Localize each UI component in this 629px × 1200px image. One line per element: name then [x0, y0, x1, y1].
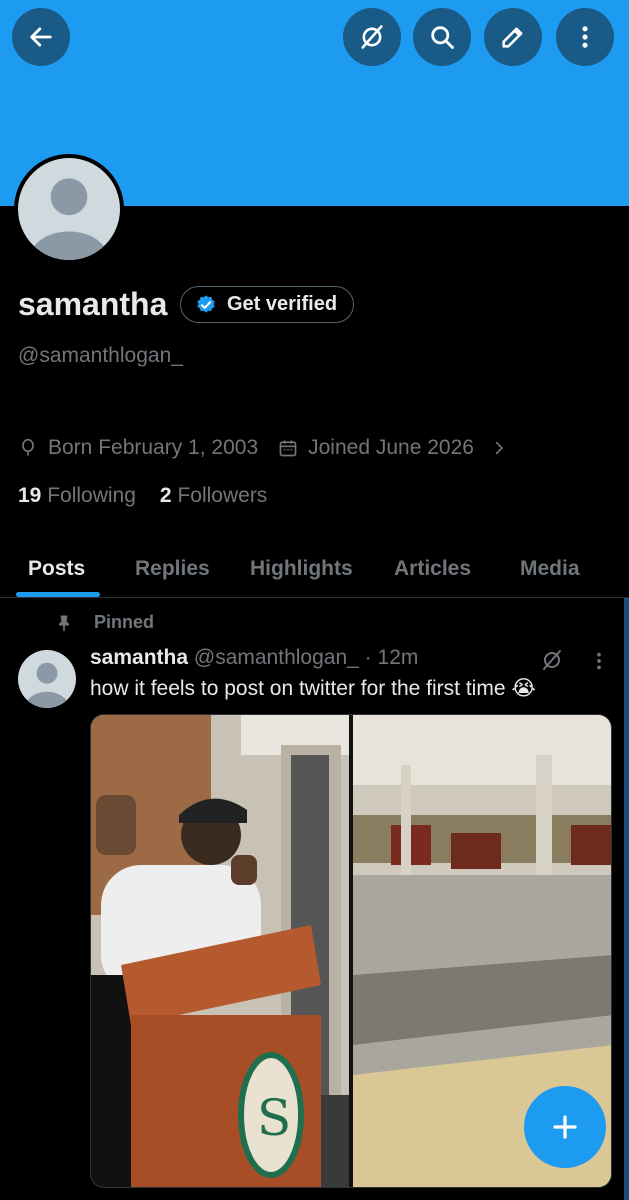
tab-replies[interactable]: Replies — [135, 540, 210, 598]
profile-tabs: Posts Replies Highlights Articles Media — [0, 540, 629, 598]
tab-media[interactable]: Media — [520, 540, 580, 598]
following-link[interactable]: 19 Following — [18, 484, 136, 508]
joined[interactable]: Joined June 2026 — [278, 436, 508, 460]
joined-date: Joined June 2026 — [308, 436, 474, 459]
post-header: samantha @samanthlogan_ · 12m — [90, 646, 418, 670]
tab-posts[interactable]: Posts — [28, 540, 85, 598]
followers-label: Followers — [177, 484, 268, 507]
following-label: Following — [47, 484, 136, 507]
more-button[interactable] — [556, 8, 614, 66]
back-button[interactable] — [12, 8, 70, 66]
followers-count: 2 — [159, 484, 172, 507]
post-separator: · — [364, 646, 372, 669]
pin-icon — [59, 615, 69, 631]
arrow-left-icon — [30, 27, 52, 47]
balloon-icon — [22, 438, 34, 456]
following-count: 19 — [18, 484, 42, 507]
grok-icon[interactable] — [540, 648, 564, 672]
followers-link[interactable]: 2 Followers — [160, 484, 267, 508]
tab-articles[interactable]: Articles — [394, 540, 471, 598]
active-tab-indicator — [16, 592, 100, 597]
pinned-label: Pinned — [94, 612, 155, 632]
grok-button[interactable] — [343, 8, 401, 66]
default-avatar-icon — [18, 158, 120, 260]
edit-icon — [502, 27, 523, 48]
default-avatar-icon — [24, 662, 70, 708]
plus-icon — [553, 1115, 577, 1139]
get-verified-label: Get verified — [227, 293, 338, 315]
tab-highlights[interactable]: Highlights — [250, 540, 353, 598]
verified-badge-icon — [197, 294, 215, 313]
scrollbar[interactable] — [624, 598, 629, 1200]
profile-avatar[interactable] — [14, 154, 124, 264]
get-verified-button[interactable]: Get verified — [180, 286, 355, 323]
more-vertical-icon[interactable] — [588, 650, 610, 672]
chevron-right-icon — [495, 441, 504, 455]
post-author-handle[interactable]: @samanthlogan_ — [194, 646, 359, 669]
svg-text:S: S — [257, 1089, 291, 1147]
compose-post-button[interactable] — [524, 1086, 606, 1168]
post-author-name[interactable]: samantha — [90, 646, 188, 669]
edit-button[interactable] — [484, 8, 542, 66]
calendar-icon — [279, 440, 297, 457]
grok-icon — [361, 25, 383, 49]
profile-name: samantha — [18, 286, 168, 322]
post-author-avatar[interactable] — [18, 650, 76, 708]
post-time: 12m — [377, 646, 419, 669]
profile-handle: @samanthlogan_ — [18, 344, 183, 367]
born-date: Born February 1, 2003 — [48, 436, 259, 459]
post-text: how it feels to post on twitter for the … — [90, 677, 536, 700]
follow-stats: 19 Following 2 Followers — [18, 484, 267, 508]
pinned-indicator: Pinned — [54, 612, 154, 633]
more-vertical-icon — [582, 26, 588, 48]
search-button[interactable] — [413, 8, 471, 66]
birthday: Born February 1, 2003 — [18, 436, 258, 460]
profile-meta: Born February 1, 2003 Joined June 2026 — [18, 436, 528, 460]
search-icon — [431, 26, 454, 49]
